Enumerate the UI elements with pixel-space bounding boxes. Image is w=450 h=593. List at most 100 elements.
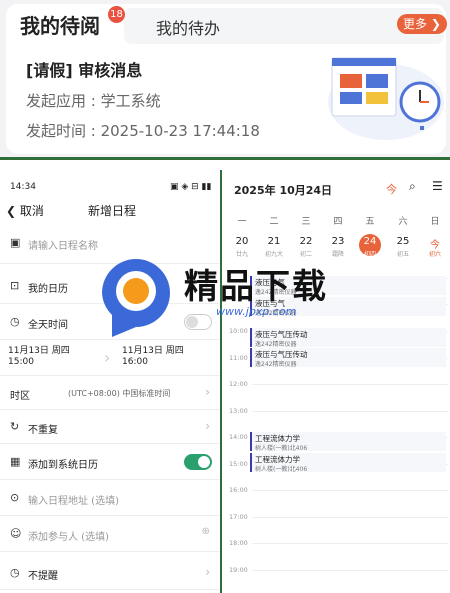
document-clock-illustration-icon: [328, 57, 444, 140]
calendar-title[interactable]: 2025年 10月24日: [234, 182, 332, 198]
start-hour: 15:00: [8, 357, 34, 367]
divider-line: [0, 157, 450, 160]
end-hour: 16:00: [122, 357, 148, 367]
brand-logo-icon: [102, 259, 170, 337]
system-calendar-row[interactable]: ▦ 添加到系统日历: [0, 444, 220, 480]
hour-gridline: [252, 516, 448, 518]
weekday-4: 五: [365, 217, 375, 227]
remind-value: 不提醒: [28, 571, 58, 582]
location-row[interactable]: ⊙ 输入日程地址 (选填): [0, 480, 220, 516]
watermark: 精品下载 www.jpxp.com: [98, 253, 368, 337]
event-block[interactable]: 工程流体力学 树人楼(一教)北406: [250, 432, 446, 452]
calendar-panel: 2025年 10月24日 今 ⌕ ☰ 一二三四五六日 20 廿九 21 初九大 22 初二…: [226, 170, 450, 593]
location-input[interactable]: 输入日程地址 (选填): [28, 492, 119, 507]
weekday-3: 四: [333, 217, 343, 227]
add-circle-icon[interactable]: ⊕: [202, 526, 210, 537]
search-icon[interactable]: ⌕: [409, 179, 416, 194]
menu-icon[interactable]: ☰: [432, 179, 443, 193]
participants-input[interactable]: 添加参与人 (选填): [28, 528, 109, 543]
more-label: 更多: [403, 17, 428, 31]
system-calendar-label: 添加到系统日历: [28, 460, 98, 471]
weekday-0: 一: [237, 217, 247, 227]
time-range-row[interactable]: 11月13日 周四 15:00 › 11月13日 周四 16:00: [0, 340, 220, 376]
remind-row[interactable]: ◷ 不提醒 ›: [0, 556, 220, 590]
screenshot-root: 我的待阅 18 我的待办 更多 ❯ [请假] 审核消息 发起应用 : 学工系统 …: [0, 0, 450, 593]
tab-pending-read[interactable]: 我的待阅: [20, 10, 100, 39]
participants-row[interactable]: ☺ 添加参与人 (选填) ⊕: [0, 516, 220, 552]
chevron-right-icon: ›: [205, 565, 210, 579]
hour-gridline: [252, 569, 448, 571]
chevron-right-icon: ›: [205, 385, 210, 399]
start-date: 11月13日 周四: [8, 346, 70, 356]
day-number[interactable]: 20: [230, 236, 254, 247]
bookmark-icon: ⊡: [10, 279, 20, 292]
day-number[interactable]: 24: [358, 236, 382, 247]
hour-label: 16:00: [229, 486, 248, 494]
new-event-panel: 14:34 ▣ ◈ ⊟ ▮▮ ❮ 取消 新增日程 ▣ 请输入日程名称 ⊡ 我的日…: [0, 170, 222, 593]
repeat-value: 不重复: [28, 425, 58, 436]
weekday-2: 三: [301, 217, 311, 227]
hour-label: 12:00: [229, 380, 248, 388]
alarm-icon: ◷: [10, 566, 20, 579]
message-time: 发起时间 : 2025-10-23 17:44:18: [26, 122, 260, 140]
calendar-icon: ▣: [10, 236, 21, 249]
start-time[interactable]: 11月13日 周四 15:00: [8, 346, 70, 368]
event-block[interactable]: 工程流体力学 树人楼(一教)北406: [250, 453, 446, 473]
event-location: 树人楼(一教)北406: [255, 445, 308, 452]
page-title: 新增日程: [88, 204, 137, 218]
cancel-label: 取消: [19, 204, 44, 218]
timezone-value: (UTC+08:00) 中国标准时间: [68, 389, 171, 398]
calendar-add-icon: ▦: [10, 455, 21, 468]
repeat-row[interactable]: ↻ 不重复 ›: [0, 410, 220, 444]
hour-label: 14:00: [229, 433, 248, 441]
hour-label: 19:00: [229, 565, 248, 574]
location-pin-icon: ⊙: [10, 491, 20, 504]
day-number[interactable]: 21: [262, 236, 286, 247]
day-lunar: 初六: [428, 251, 441, 258]
clock-icon: ◷: [10, 315, 20, 328]
chevron-right-icon: ❯: [427, 17, 441, 31]
calendar-name: 我的日历: [28, 284, 68, 295]
system-calendar-toggle[interactable]: [184, 454, 212, 470]
repeat-icon: ↻: [10, 420, 20, 433]
message-app: 发起应用 : 学工系统: [26, 92, 161, 110]
today-button[interactable]: 今: [386, 181, 397, 197]
unread-badge: 18: [108, 6, 125, 23]
status-icons: ▣ ◈ ⊟ ▮▮: [170, 182, 212, 192]
message-card-area: 我的待阅 18 我的待办 更多 ❯ [请假] 审核消息 发起应用 : 学工系统 …: [0, 0, 450, 157]
end-date: 11月13日 周四: [122, 346, 184, 356]
weekday-5: 六: [398, 217, 408, 227]
message-title: [请假] 审核消息: [26, 61, 143, 80]
arrow-right-icon: ›: [104, 348, 111, 367]
chevron-right-icon: ›: [205, 419, 210, 433]
hour-label: 18:00: [229, 539, 248, 547]
hour-gridline: [252, 410, 448, 412]
more-button[interactable]: 更多 ❯: [397, 14, 447, 34]
hour-label: 11:00: [229, 353, 248, 362]
event-block[interactable]: 液压与气压传动 逸242精密仪器: [250, 348, 446, 368]
hour-label: 17:00: [229, 512, 248, 521]
allday-label: 全天时间: [28, 320, 68, 331]
title-input[interactable]: 请输入日程名称: [28, 237, 98, 252]
tab-todo[interactable]: 我的待办: [156, 15, 220, 39]
toggle-knob: [198, 456, 210, 468]
hour-gridline: [252, 543, 448, 544]
hour-gridline: [252, 384, 448, 385]
hour-gridline: [252, 490, 448, 491]
cancel-button[interactable]: ❮ 取消: [6, 202, 44, 219]
status-time: 14:34: [10, 182, 36, 192]
timezone-row[interactable]: 时区 (UTC+08:00) 中国标准时间 ›: [0, 376, 220, 410]
event-location: 逸242精密仪器: [255, 361, 297, 368]
day-number[interactable]: 23: [326, 236, 350, 247]
chevron-left-icon: ❮: [6, 204, 20, 218]
day-number[interactable]: 22: [294, 236, 318, 247]
end-time[interactable]: 11月13日 周四 16:00: [122, 346, 184, 368]
hour-label: 13:00: [229, 406, 248, 415]
weekday-6: 日: [430, 217, 440, 227]
weekday-1: 二: [269, 217, 279, 227]
watermark-url: www.jpxp.com: [216, 305, 297, 318]
day-number[interactable]: 25: [391, 236, 415, 247]
watermark-brand: 精品下载: [184, 267, 328, 307]
event-location: 树人楼(一教)北406: [255, 466, 308, 473]
timezone-label: 时区: [10, 391, 30, 402]
